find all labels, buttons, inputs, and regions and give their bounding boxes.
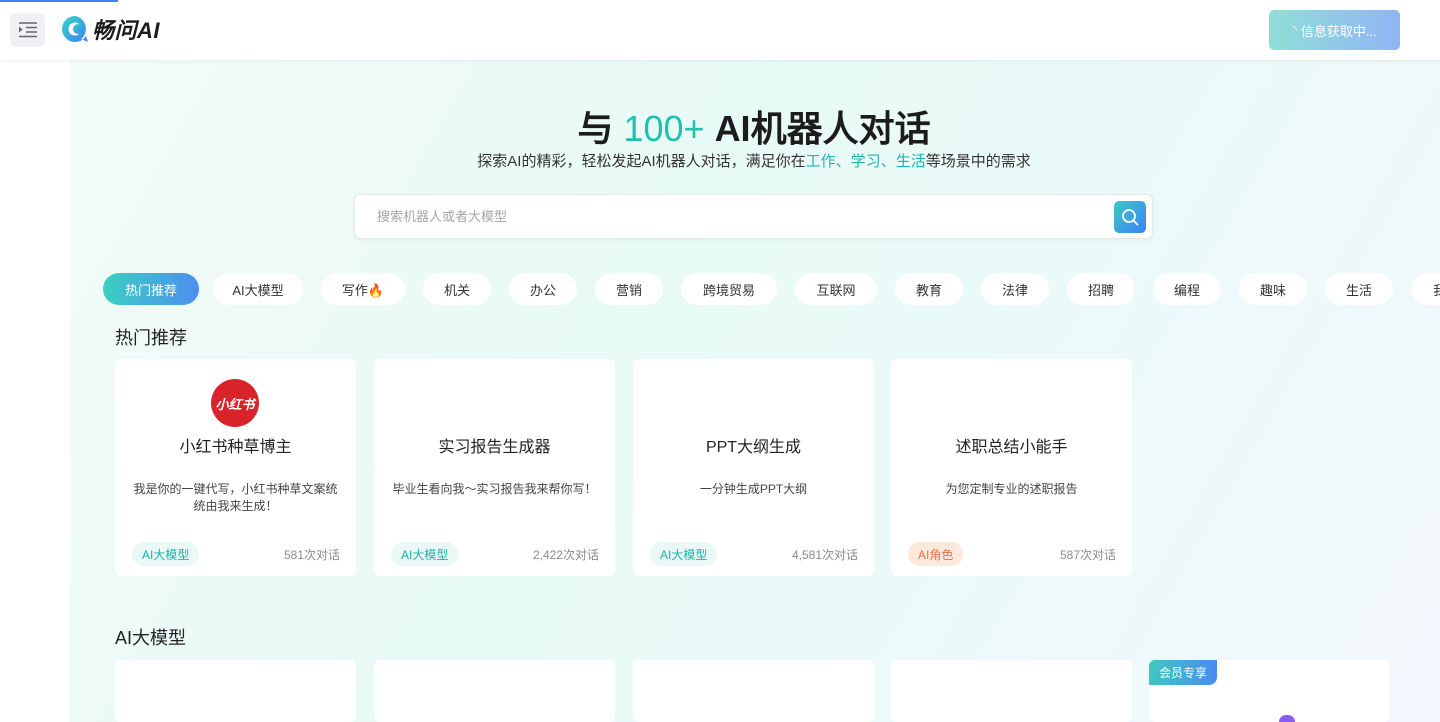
tab-cross-border-trade[interactable]: 跨境贸易	[681, 273, 777, 305]
xiaohongshu-avatar: 小红书	[211, 379, 259, 427]
hero-title-count: 100+	[623, 108, 705, 149]
tab-llm[interactable]: AI大模型	[213, 273, 303, 305]
menu-toggle-button[interactable]	[10, 13, 45, 47]
tab-my-favorites[interactable]: 我的收藏	[1411, 273, 1440, 305]
bot-card-count: 581次对话	[283, 548, 340, 562]
search-input[interactable]	[377, 195, 1097, 238]
bot-card-tag: AI大模型	[132, 542, 200, 566]
bot-card-desc: 毕业生看向我～实习报告我来帮你写！	[392, 482, 597, 496]
bot-card-count: 2,422次对话	[532, 548, 599, 562]
hero-title: 与 100+ AI机器人对话	[70, 100, 1438, 152]
model-card[interactable]	[115, 660, 356, 722]
main-content: 与 100+ AI机器人对话 探索AI的精彩，轻松发起AI机器人对话，满足你在工…	[70, 60, 1440, 722]
bot-card-name: PPT大纲生成	[705, 439, 802, 456]
bot-card-tag: AI大模型	[650, 542, 718, 566]
hero-subtitle-life: 生活	[895, 153, 926, 170]
bot-card-desc: 我是你的一键代写，小红书种草文案统统由我来生成！	[133, 482, 338, 513]
tab-hot[interactable]: 热门推荐	[103, 273, 199, 305]
bot-card-desc: 一分钟生成PPT大纲	[699, 482, 808, 496]
tab-law[interactable]: 法律	[981, 273, 1049, 305]
hero-subtitle: 探索AI的精彩，轻松发起AI机器人对话，满足你在工作、学习、生活等场景中的需求	[70, 150, 1438, 171]
hero-subtitle-work: 工作	[805, 153, 836, 170]
hero-subtitle-study: 学习	[850, 153, 881, 170]
logo-mark-icon	[62, 16, 88, 42]
member-only-badge: 会员专享	[1149, 660, 1218, 685]
hero-subtitle-sep: 、	[880, 153, 896, 170]
bot-card-name: 小红书种草博主	[179, 439, 292, 456]
logo-text: 畅问AI	[92, 18, 161, 43]
top-header: 畅问AI ◝ 信息获取中...	[0, 0, 1440, 60]
hero-subtitle-sep: 、	[835, 153, 851, 170]
bot-card-tag: AI角色	[908, 542, 964, 566]
tab-programming[interactable]: 编程	[1153, 273, 1221, 305]
loading-status-button[interactable]: ◝ 信息获取中...	[1269, 10, 1400, 50]
category-tabs: 热门推荐 AI大模型 写作🔥 机关 办公 营销 跨境贸易 互联网 教育 法律 招…	[103, 273, 1440, 305]
hero-subtitle-suffix: 等场景中的需求	[925, 153, 1031, 170]
hero-title-suffix: AI机器人对话	[714, 108, 931, 149]
search-box	[354, 194, 1153, 239]
page-loading-bar	[0, 0, 118, 2]
spinner-icon: ◝	[1292, 23, 1297, 37]
section-title-hot: 热门推荐	[115, 328, 187, 348]
tab-writing[interactable]: 写作🔥	[321, 273, 405, 305]
bot-card-count: 587次对话	[1059, 548, 1116, 562]
tab-life[interactable]: 生活	[1325, 273, 1393, 305]
app-logo[interactable]: 畅问AI	[60, 12, 160, 46]
hero-title-prefix: 与	[577, 108, 614, 149]
menu-indent-icon	[18, 22, 37, 38]
bot-card-tag: AI大模型	[391, 542, 459, 566]
bot-card[interactable]: 实习报告生成器 毕业生看向我～实习报告我来帮你写！ AI大模型 2,422次对话	[374, 359, 615, 576]
search-icon	[1122, 209, 1139, 226]
model-card[interactable]	[374, 660, 615, 722]
tab-internet[interactable]: 互联网	[795, 273, 877, 305]
bot-card[interactable]: 述职总结小能手 为您定制专业的述职报告 AI角色 587次对话	[891, 359, 1132, 576]
model-icon	[1279, 715, 1295, 722]
section-title-llm: AI大模型	[115, 628, 187, 648]
hero-subtitle-prefix: 探索AI的精彩，轻松发起AI机器人对话，满足你在	[477, 153, 806, 170]
tab-marketing[interactable]: 营销	[595, 273, 663, 305]
tab-recruiting[interactable]: 招聘	[1067, 273, 1135, 305]
tab-education[interactable]: 教育	[895, 273, 963, 305]
bot-card-desc: 为您定制专业的述职报告	[945, 482, 1078, 496]
bot-card-name: 实习报告生成器	[438, 439, 551, 456]
tab-fun[interactable]: 趣味	[1239, 273, 1307, 305]
search-button[interactable]	[1114, 201, 1146, 233]
model-card-member[interactable]: 会员专享	[1149, 660, 1390, 722]
bot-card-name: 述职总结小能手	[955, 439, 1068, 456]
model-card[interactable]	[633, 660, 874, 722]
status-button-label: 信息获取中...	[1300, 23, 1377, 39]
tab-office[interactable]: 办公	[509, 273, 577, 305]
bot-card-count: 4,581次对话	[791, 548, 858, 562]
bot-card[interactable]: PPT大纲生成 一分钟生成PPT大纲 AI大模型 4,581次对话	[633, 359, 874, 576]
bot-card[interactable]: 小红书 小红书种草博主 我是你的一键代写，小红书种草文案统统由我来生成！ AI大…	[115, 359, 356, 576]
tab-government[interactable]: 机关	[423, 273, 491, 305]
model-card[interactable]	[891, 660, 1132, 722]
